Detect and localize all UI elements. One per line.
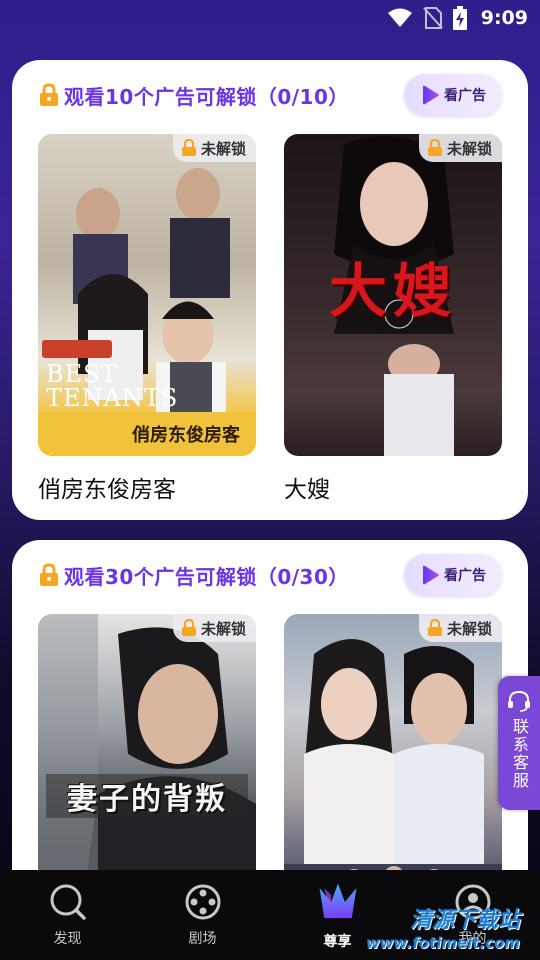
watch-ad-button[interactable]: 看广告 [404, 74, 502, 116]
drama-poster[interactable]: 大嫂 未解锁 [284, 134, 502, 456]
lock-icon [181, 139, 196, 156]
nav-theater[interactable]: 剧场 [153, 882, 253, 948]
poster-title: 大嫂 [328, 257, 457, 325]
drama-title: 俏房东俊房客 [38, 477, 176, 503]
wifi-icon [387, 8, 412, 27]
locked-label: 未解锁 [200, 619, 246, 638]
locked-badge: 未解锁 [418, 614, 502, 642]
unlock-section-1: 观看10个广告可解锁（0/10） 看广告 BEST TENANTS 俏房东俊房客… [12, 60, 528, 520]
play-icon [423, 565, 439, 585]
locked-badge: 未解锁 [172, 614, 256, 642]
battery-charging-icon [452, 6, 467, 30]
nav-label: 剧场 [188, 931, 217, 947]
poster-subtitle: BEST TENANTS [46, 360, 179, 412]
watermark-text: 清源下载站 [409, 908, 520, 933]
lock-icon [427, 619, 442, 636]
poster-title: 俏房东俊房客 [38, 412, 256, 456]
watermark: 清源下载站 www.fotimeit.com [366, 902, 520, 952]
play-icon [423, 85, 439, 105]
locked-label: 未解锁 [446, 139, 492, 158]
section-header: 观看10个广告可解锁（0/10） 看广告 [38, 74, 502, 116]
locked-label: 未解锁 [446, 619, 492, 638]
watch-ad-label: 看广告 [444, 568, 486, 584]
bottom-nav: 发现 剧场 尊享 我的 清源下载站 www.fotimeit.com [0, 870, 540, 960]
watch-ad-button[interactable]: 看广告 [404, 554, 502, 596]
locked-badge: 未解锁 [418, 134, 502, 162]
drama-card[interactable]: 大嫂 未解锁 大嫂 [284, 134, 502, 504]
customer-service-label: 联系客服 [510, 718, 529, 790]
nav-label: 发现 [53, 931, 82, 947]
clock: 9:09 [480, 7, 528, 29]
nav-discover[interactable]: 发现 [18, 882, 118, 948]
drama-card[interactable]: BEST TENANTS 俏房东俊房客 未解锁 俏房东俊房客 [38, 134, 256, 504]
watch-ad-label: 看广告 [444, 88, 486, 104]
status-bar: 9:09 [0, 0, 540, 36]
poster-grid: BEST TENANTS 俏房东俊房客 未解锁 俏房东俊房客 大嫂 未解锁 大嫂 [38, 134, 502, 504]
drama-poster[interactable]: BEST TENANTS 俏房东俊房客 未解锁 [38, 134, 256, 456]
poster-title: 妻子的背叛 [46, 774, 248, 818]
watermark-url: www.fotimeit.com [365, 934, 520, 952]
locked-label: 未解锁 [200, 139, 246, 158]
vip-crown-icon [319, 883, 356, 919]
film-reel-icon [185, 884, 220, 920]
section-header: 观看30个广告可解锁（0/30） 看广告 [38, 554, 502, 596]
section-title: 观看10个广告可解锁（0/10） [64, 84, 349, 109]
lock-icon [181, 619, 196, 636]
lock-icon [427, 139, 442, 156]
discover-icon [50, 884, 86, 920]
section-title: 观看30个广告可解锁（0/30） [64, 564, 349, 589]
nav-label: 尊享 [323, 934, 352, 950]
drama-title: 大嫂 [284, 477, 330, 503]
lock-icon [40, 83, 58, 106]
customer-service-tab[interactable]: 联系客服 [498, 676, 540, 810]
headset-icon [508, 690, 530, 712]
no-sim-icon [422, 7, 443, 29]
lock-icon [40, 563, 58, 586]
locked-badge: 未解锁 [172, 134, 256, 162]
